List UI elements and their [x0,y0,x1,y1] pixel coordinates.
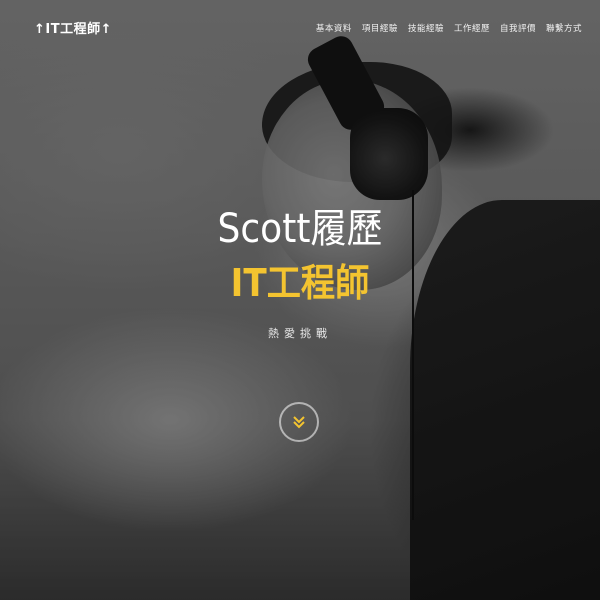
scroll-down-button[interactable] [279,402,319,442]
nav-item-basic-info[interactable]: 基本資料 [316,22,352,34]
hero-text: Scott履歷 IT工程師 熱愛挑戰 [0,205,600,341]
brand-logo[interactable]: ↑IT工程師↑ [34,18,112,37]
nav-menu: 基本資料 項目經驗 技能經驗 工作經歷 自我評價 聯繫方式 [316,22,582,34]
top-navbar: ↑IT工程師↑ 基本資料 項目經驗 技能經驗 工作經歷 自我評價 聯繫方式 [0,0,600,56]
nav-item-skills[interactable]: 技能經驗 [408,22,444,34]
hero-section: ↑IT工程師↑ 基本資料 項目經驗 技能經驗 工作經歷 自我評價 聯繫方式 Sc… [0,0,600,600]
hero-title: Scott履歷 [217,206,383,252]
hero-subtitle: IT工程師 [230,261,370,305]
nav-item-projects[interactable]: 項目經驗 [362,22,398,34]
nav-item-self-evaluation[interactable]: 自我評價 [500,22,536,34]
hero-tagline: 熱愛挑戰 [268,327,332,340]
nav-item-contact[interactable]: 聯繫方式 [546,22,582,34]
nav-item-work-history[interactable]: 工作經歷 [454,22,490,34]
double-chevron-down-icon [293,416,305,429]
